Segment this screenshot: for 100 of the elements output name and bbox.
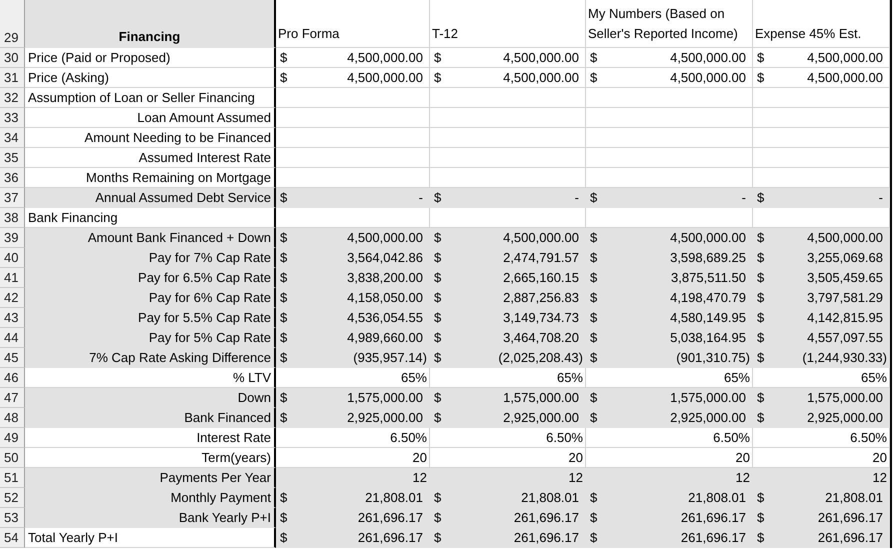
cell-value: 12 (412, 470, 427, 485)
currency-symbol: $ (757, 510, 764, 525)
row-label: Pay for 5.5% Cap Rate (25, 308, 276, 328)
cell-value: 4,557,097.55 (807, 330, 883, 345)
cell-value: 20 (872, 450, 887, 465)
cell-value: 3,505,459.65 (807, 270, 883, 285)
cell-value: 4,500,000.00 (503, 70, 579, 85)
row-label: Annual Assumed Debt Service (25, 188, 276, 208)
row-number[interactable]: 34 (0, 128, 25, 148)
row-label: Pay for 5% Cap Rate (25, 328, 276, 348)
row-number[interactable]: 38 (0, 208, 25, 228)
currency-symbol: $ (590, 510, 598, 525)
currency-symbol: $ (757, 230, 764, 245)
row-number[interactable]: 42 (0, 288, 25, 308)
row-number[interactable]: 37 (0, 188, 25, 208)
row-number[interactable]: 33 (0, 108, 25, 128)
currency-symbol: $ (434, 50, 442, 65)
currency-symbol: $ (590, 490, 598, 505)
cell-value: 3,564,042.86 (347, 250, 423, 265)
row-number[interactable]: 29 (0, 0, 25, 48)
currency-symbol: $ (590, 350, 598, 365)
cell-value: 21,808.01 (825, 490, 883, 505)
currency-symbol: $ (590, 330, 598, 345)
row-number[interactable]: 50 (0, 448, 25, 468)
cell-value: 2,474,791.57 (503, 250, 579, 265)
row-label: Bank Financing (25, 208, 276, 228)
currency-symbol: $ (590, 290, 598, 305)
cell-value: 12 (872, 470, 887, 485)
column-heading: My Numbers (Based on Seller's Reported Income) (586, 0, 753, 48)
row-label: Monthly Payment (25, 488, 276, 508)
cell-value: 261,696.17 (818, 530, 883, 545)
cell-value: 6.50% (390, 430, 427, 445)
currency-symbol: $ (280, 70, 288, 85)
currency-symbol: $ (434, 490, 442, 505)
row-number[interactable]: 51 (0, 468, 25, 488)
row-number[interactable]: 44 (0, 328, 25, 348)
cell-value: 21,808.01 (521, 490, 579, 505)
currency-symbol: $ (434, 510, 442, 525)
row-number[interactable]: 49 (0, 428, 25, 448)
row-number[interactable]: 54 (0, 528, 25, 548)
row-label: Price (Asking) (25, 68, 276, 88)
currency-symbol: $ (434, 270, 442, 285)
cell-value: - (418, 190, 423, 205)
row-number[interactable]: 31 (0, 68, 25, 88)
cell-value: 1,575,000.00 (807, 390, 883, 405)
cell-value: 261,696.17 (818, 510, 883, 525)
row-number[interactable]: 41 (0, 268, 25, 288)
currency-symbol: $ (590, 410, 598, 425)
cell-value: 5,038,164.95 (670, 330, 746, 345)
cell-value: - (574, 190, 579, 205)
currency-symbol: $ (280, 350, 288, 365)
currency-symbol: $ (757, 190, 764, 205)
cell-value: 65% (556, 370, 583, 385)
currency-symbol: $ (590, 190, 598, 205)
column-heading: T-12 (430, 0, 586, 48)
cell-value: 4,500,000.00 (347, 50, 423, 65)
currency-symbol: $ (590, 530, 598, 545)
cell-value: 6.50% (713, 430, 750, 445)
cell-value: 3,598,689.25 (670, 250, 746, 265)
currency-symbol: $ (280, 50, 288, 65)
currency-symbol: $ (434, 330, 442, 345)
row-number[interactable]: 30 (0, 48, 25, 68)
row-number[interactable]: 46 (0, 368, 25, 388)
row-number[interactable]: 39 (0, 228, 25, 248)
currency-symbol: $ (280, 310, 288, 325)
currency-symbol: $ (757, 70, 764, 85)
cell-value: 261,696.17 (514, 510, 579, 525)
cell-value: 3,838,200.00 (347, 270, 423, 285)
currency-symbol: $ (757, 270, 764, 285)
row-number[interactable]: 40 (0, 248, 25, 268)
row-number[interactable]: 32 (0, 88, 25, 108)
row-label: Term(years) (25, 448, 276, 468)
row-number[interactable]: 53 (0, 508, 25, 528)
row-number[interactable]: 36 (0, 168, 25, 188)
cell-value: 2,665,160.15 (503, 270, 579, 285)
currency-symbol: $ (590, 230, 598, 245)
row-label: Interest Rate (25, 428, 276, 448)
row-number[interactable]: 47 (0, 388, 25, 408)
currency-symbol: $ (280, 330, 288, 345)
row-number[interactable]: 35 (0, 148, 25, 168)
cell-value: 2,925,000.00 (503, 410, 579, 425)
row-number[interactable]: 48 (0, 408, 25, 428)
row-number[interactable]: 43 (0, 308, 25, 328)
row-label: Total Yearly P+I (25, 528, 276, 548)
row-number[interactable]: 52 (0, 488, 25, 508)
cell-value: 65% (860, 370, 887, 385)
cell-value: 1,575,000.00 (670, 390, 746, 405)
cell-value: 4,500,000.00 (670, 230, 746, 245)
currency-symbol: $ (280, 390, 288, 405)
cell-value: 20 (412, 450, 427, 465)
row-number[interactable]: 45 (0, 348, 25, 368)
cell-value: 4,500,000.00 (807, 70, 883, 85)
cell-value: 12 (568, 470, 583, 485)
currency-symbol: $ (757, 490, 764, 505)
row-label: Price (Paid or Proposed) (25, 48, 276, 68)
currency-symbol: $ (280, 510, 288, 525)
currency-symbol: $ (590, 390, 598, 405)
cell-value: (1,244,930.33) (802, 350, 887, 365)
cell-value: 4,158,050.00 (347, 290, 423, 305)
cell-value: 4,580,149.95 (670, 310, 746, 325)
